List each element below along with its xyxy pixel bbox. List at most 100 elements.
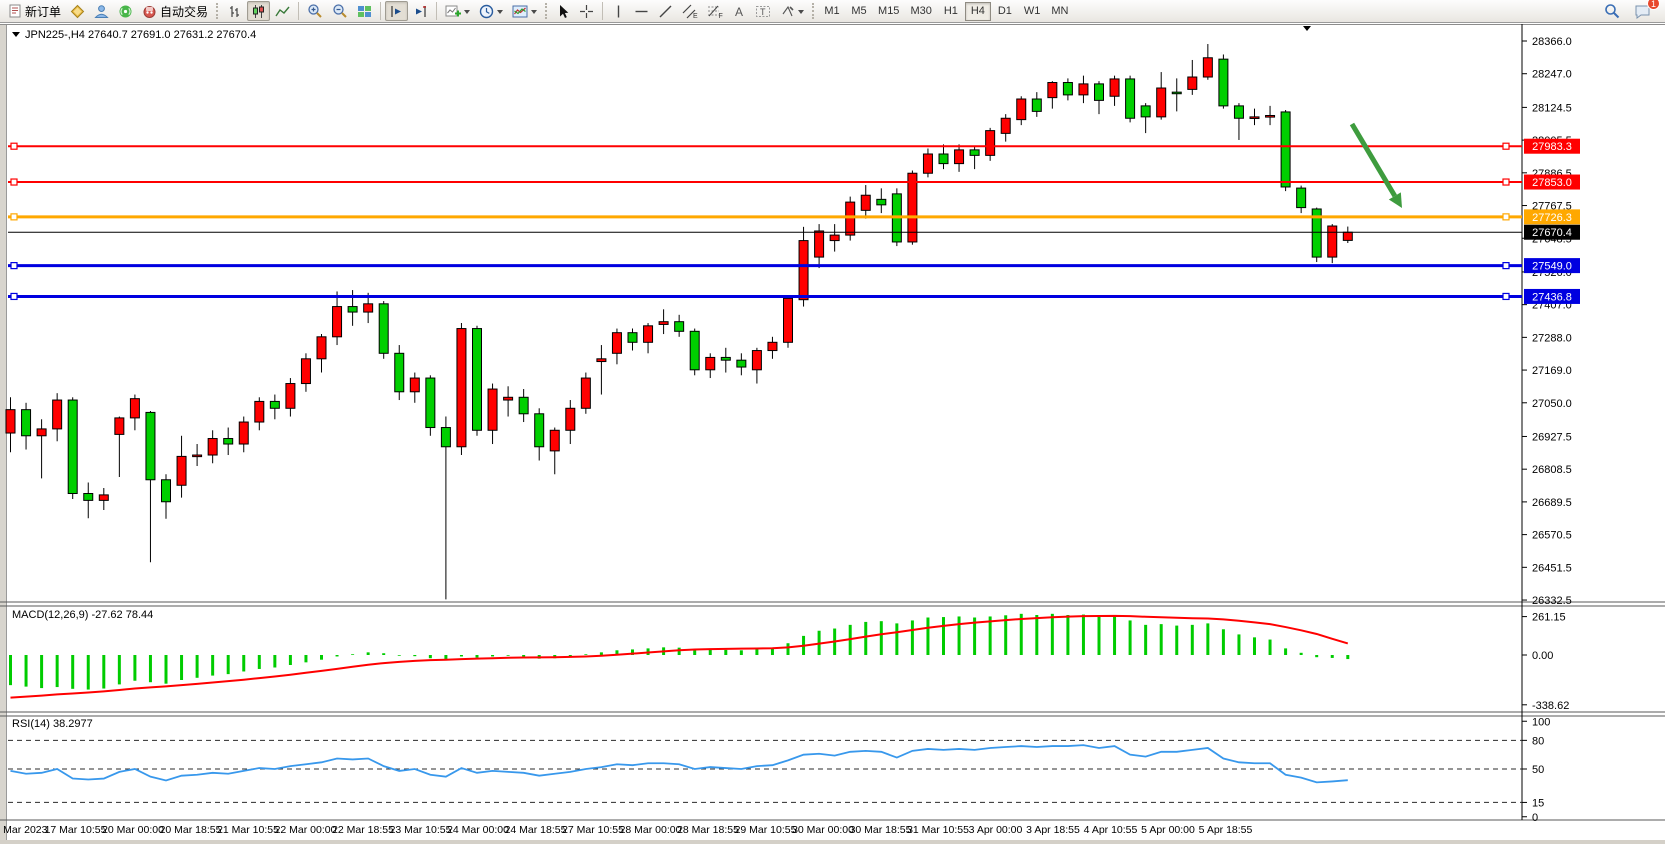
period-clock-button[interactable] (475, 1, 507, 21)
svg-text:261.15: 261.15 (1532, 612, 1566, 624)
zoom-out-button[interactable] (328, 1, 352, 21)
toolbar-separator (298, 2, 299, 20)
svg-text:26808.5: 26808.5 (1532, 464, 1572, 476)
zoom-in-button[interactable] (303, 1, 327, 21)
svg-text:22 Mar 18:55: 22 Mar 18:55 (332, 824, 394, 836)
chart-shift-button[interactable] (409, 1, 432, 21)
crosshair-button[interactable] (575, 1, 598, 21)
chart-canvas[interactable]: 28366.028247.028124.528005.527886.527767… (0, 24, 1665, 844)
svg-text:26927.5: 26927.5 (1532, 431, 1572, 443)
svg-text:23 Mar 10:55: 23 Mar 10:55 (390, 824, 452, 836)
timeframe-m1[interactable]: M1 (819, 2, 845, 21)
svg-text:0.00: 0.00 (1532, 650, 1553, 662)
svg-text:100: 100 (1532, 716, 1550, 728)
candlestick-chart-icon (251, 4, 266, 19)
dropdown-caret-icon (464, 10, 470, 17)
signal-broadcast-icon (118, 4, 133, 19)
auto-scroll-button[interactable] (385, 1, 408, 21)
svg-text:3 Apr 18:55: 3 Apr 18:55 (1026, 824, 1080, 836)
zoom-in-icon (307, 3, 323, 19)
chart-window: JPN225-,H4 27640.7 27691.0 27631.2 27670… (0, 24, 1665, 844)
mt4-terminal: 新订单 自动交易 (0, 0, 1665, 844)
svg-text:28247.0: 28247.0 (1532, 69, 1572, 81)
svg-text:26689.5: 26689.5 (1532, 497, 1572, 509)
trendline-icon (658, 4, 673, 19)
svg-text:27983.3: 27983.3 (1532, 141, 1572, 153)
equidistant-channel-button[interactable]: E (678, 1, 702, 21)
symbol-header[interactable]: JPN225-,H4 27640.7 27691.0 27631.2 27670… (12, 28, 256, 41)
svg-text:28 Mar 00:00: 28 Mar 00:00 (620, 824, 682, 836)
timeframe-m15[interactable]: M15 (873, 2, 904, 21)
dropdown-caret-icon (798, 10, 804, 17)
shapes-button[interactable] (776, 1, 808, 21)
svg-text:27853.0: 27853.0 (1532, 177, 1572, 189)
text-label-button[interactable]: T (751, 1, 775, 21)
svg-text:3 Apr 00:00: 3 Apr 00:00 (969, 824, 1023, 836)
shapes-icon (780, 4, 795, 19)
clock-icon (479, 4, 494, 19)
toolbar-separator (602, 2, 603, 20)
profile-button[interactable] (90, 1, 113, 21)
chart-template-button[interactable] (508, 1, 541, 21)
bar-chart-icon (227, 4, 242, 19)
vertical-line-button[interactable] (607, 1, 629, 21)
horizontal-line-icon (634, 4, 649, 19)
autotrade-button[interactable]: 自动交易 (138, 1, 212, 21)
svg-text:28 Mar 18:55: 28 Mar 18:55 (677, 824, 739, 836)
svg-text:28124.5: 28124.5 (1532, 102, 1572, 114)
auto-scroll-icon (389, 4, 404, 19)
timeframe-m5[interactable]: M5 (846, 2, 872, 21)
svg-text:27 Mar 10:55: 27 Mar 10:55 (562, 824, 624, 836)
autotrade-label: 自动交易 (160, 3, 208, 20)
tile-windows-icon (357, 4, 372, 19)
notifications-button[interactable]: 1 (1630, 1, 1655, 21)
line-chart-icon (275, 4, 290, 19)
bar-chart-button[interactable] (223, 1, 246, 21)
new-order-button[interactable]: 新订单 (4, 1, 65, 21)
chart-menu-icon[interactable] (1303, 26, 1311, 35)
dropdown-caret-icon (531, 10, 537, 17)
line-chart-button[interactable] (271, 1, 294, 21)
text-label-icon: T (755, 4, 771, 19)
timeframe-d1[interactable]: D1 (992, 2, 1018, 21)
new-order-label: 新订单 (25, 3, 61, 20)
svg-text:16 Mar 2023: 16 Mar 2023 (0, 824, 48, 836)
toolbar: 新订单 自动交易 (0, 0, 1665, 23)
svg-text:E: E (693, 13, 698, 19)
svg-text:24 Mar 18:55: 24 Mar 18:55 (505, 824, 567, 836)
symbol-dropdown-icon (12, 32, 20, 41)
vertical-line-icon (612, 4, 625, 19)
toolbar-grip (216, 3, 219, 19)
timeframe-h4[interactable]: H4 (965, 2, 991, 21)
add-indicator-icon (445, 4, 461, 19)
svg-text:31 Mar 10:55: 31 Mar 10:55 (907, 824, 969, 836)
horizontal-line-button[interactable] (630, 1, 653, 21)
timeframe-h1[interactable]: H1 (938, 2, 964, 21)
fibonacci-button[interactable]: F (703, 1, 727, 21)
svg-text:28366.0: 28366.0 (1532, 36, 1572, 48)
candlestick-chart-button[interactable] (247, 1, 270, 21)
svg-text:27050.0: 27050.0 (1532, 398, 1572, 410)
cursor-button[interactable] (552, 1, 574, 21)
timeframe-m30[interactable]: M30 (905, 2, 936, 21)
timeframe-w1[interactable]: W1 (1019, 2, 1046, 21)
text-button[interactable]: A (728, 1, 750, 21)
svg-text:50: 50 (1532, 764, 1544, 776)
annotation-arrow (1352, 124, 1402, 208)
search-button[interactable] (1600, 1, 1624, 21)
svg-text:27436.8: 27436.8 (1532, 291, 1572, 303)
svg-text:5 Apr 18:55: 5 Apr 18:55 (1199, 824, 1253, 836)
symbol-title: JPN225-,H4 27640.7 27691.0 27631.2 27670… (25, 29, 256, 41)
signals-button[interactable] (114, 1, 137, 21)
new-order-icon (8, 4, 22, 18)
trendline-button[interactable] (654, 1, 677, 21)
svg-text:T: T (760, 7, 766, 17)
add-indicator-button[interactable] (441, 1, 474, 21)
deposit-button[interactable] (66, 1, 89, 21)
svg-text:0: 0 (1532, 812, 1538, 824)
timeframe-mn[interactable]: MN (1046, 2, 1073, 21)
svg-text:5 Apr 00:00: 5 Apr 00:00 (1141, 824, 1195, 836)
svg-text:20 Mar 18:55: 20 Mar 18:55 (160, 824, 222, 836)
tile-windows-button[interactable] (353, 1, 376, 21)
svg-text:22 Mar 00:00: 22 Mar 00:00 (275, 824, 337, 836)
